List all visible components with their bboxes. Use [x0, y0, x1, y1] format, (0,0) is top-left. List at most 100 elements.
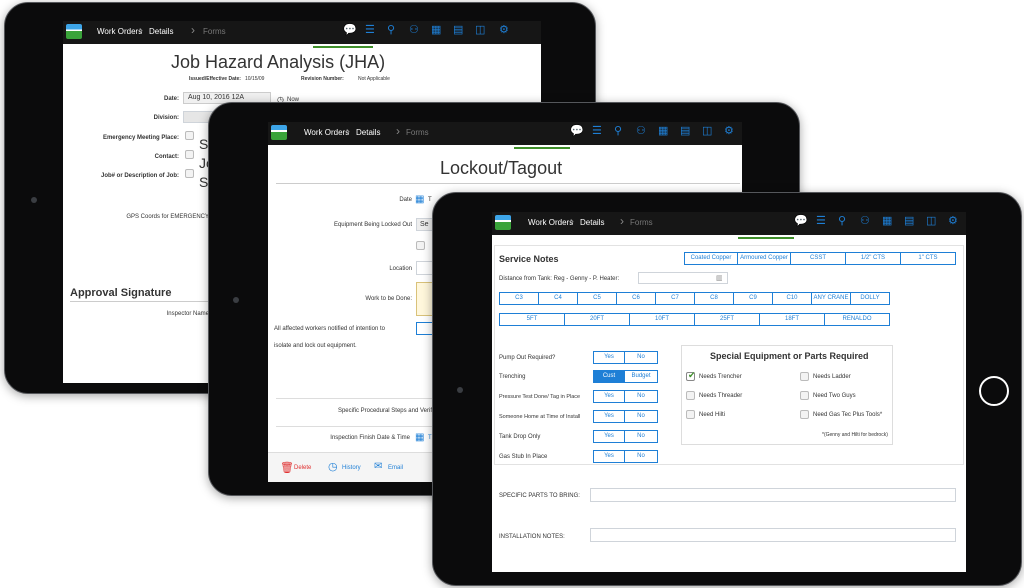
budget-button[interactable]: Budget	[624, 370, 658, 383]
install-field[interactable]	[590, 528, 956, 542]
need-two-guys-checkbox[interactable]	[800, 391, 809, 400]
tablet-service-notes: Work Orders › Details › Forms 💬 ☰ ⚲ ⚇ ▦ …	[432, 192, 1022, 586]
gear-icon[interactable]: ⚙	[724, 126, 734, 137]
cust-button[interactable]: Cust	[593, 370, 625, 383]
people-icon[interactable]: ⚇	[860, 216, 870, 227]
clear-icon[interactable]: ▥	[716, 274, 723, 282]
distance-field[interactable]	[638, 272, 728, 284]
calculator-icon[interactable]: ▤	[680, 126, 690, 137]
size-c4[interactable]: C4	[538, 292, 578, 305]
calendar-icon[interactable]: ▦	[415, 194, 424, 205]
size-c6[interactable]: C6	[616, 292, 656, 305]
map-pin-icon[interactable]: ⚲	[614, 126, 622, 137]
list-icon[interactable]: ☰	[592, 126, 602, 137]
grid-icon[interactable]: ▦	[882, 216, 892, 227]
special-equipment-box: Special Equipment or Parts Required ✔ Ne…	[681, 345, 893, 445]
gear-icon[interactable]: ⚙	[499, 25, 509, 36]
equipment-checkbox[interactable]	[416, 241, 425, 250]
people-icon[interactable]: ⚇	[636, 126, 646, 137]
needs-trencher-checkbox[interactable]: ✔	[686, 370, 696, 381]
yes-button[interactable]: Yes	[593, 410, 625, 423]
yes-button[interactable]: Yes	[593, 351, 625, 364]
job-checkbox[interactable]	[185, 169, 194, 178]
grid-icon[interactable]: ▦	[658, 126, 668, 137]
length-25ft[interactable]: 25FT	[694, 313, 760, 326]
service-title: Service Notes	[499, 254, 559, 264]
length-10ft[interactable]: 10FT	[629, 313, 695, 326]
yes-button[interactable]: Yes	[593, 390, 625, 403]
size-c3[interactable]: C3	[499, 292, 539, 305]
pipe-one-cts[interactable]: 1" CTS	[900, 252, 956, 265]
gear-icon[interactable]: ⚙	[948, 216, 958, 227]
people-icon[interactable]: ⚇	[409, 25, 419, 36]
need-gas-tec-checkbox[interactable]	[800, 410, 809, 419]
size-c7[interactable]: C7	[655, 292, 695, 305]
length-renaldo[interactable]: RENALDO	[824, 313, 890, 326]
length-20ft[interactable]: 20FT	[564, 313, 630, 326]
nav-forms[interactable]: Forms	[406, 128, 429, 137]
nav-forms[interactable]: Forms	[203, 27, 226, 36]
parts-field[interactable]	[590, 488, 956, 502]
presentation-icon[interactable]: ◫	[475, 25, 485, 36]
pipe-coated-copper[interactable]: Coated Copper	[684, 252, 738, 265]
email-icon[interactable]: ✉	[374, 461, 382, 472]
nav-details[interactable]: Details	[580, 218, 604, 227]
home-button[interactable]	[979, 376, 1009, 406]
nav-details[interactable]: Details	[356, 128, 380, 137]
needs-ladder-checkbox[interactable]	[800, 372, 809, 381]
app-logo[interactable]	[271, 125, 287, 140]
email-button[interactable]: Email	[388, 465, 403, 471]
trash-icon[interactable]: 🗑	[280, 461, 294, 474]
size-any-crane[interactable]: ANY CRANE	[811, 292, 851, 305]
size-c9[interactable]: C9	[733, 292, 773, 305]
front-camera	[31, 197, 37, 203]
grid-icon[interactable]: ▦	[431, 25, 441, 36]
app-logo[interactable]	[66, 24, 82, 39]
no-button[interactable]: No	[624, 410, 658, 423]
pipe-armoured-copper[interactable]: Armoured Copper	[737, 252, 791, 265]
app-logo[interactable]	[495, 215, 511, 230]
chat-icon[interactable]: 💬	[794, 216, 808, 227]
presentation-icon[interactable]: ◫	[702, 126, 712, 137]
yes-button[interactable]: Yes	[593, 430, 625, 443]
size-dolly[interactable]: DOLLY	[850, 292, 890, 305]
map-pin-icon[interactable]: ⚲	[838, 216, 846, 227]
delete-button[interactable]: Delete	[294, 465, 311, 471]
nav-work-orders[interactable]: Work Orders	[528, 218, 573, 227]
length-5ft[interactable]: 5FT	[499, 313, 565, 326]
meeting-checkbox[interactable]	[185, 131, 194, 140]
list-icon[interactable]: ☰	[816, 216, 826, 227]
calculator-icon[interactable]: ▤	[904, 216, 914, 227]
chat-icon[interactable]: 💬	[343, 25, 357, 36]
yes-button[interactable]: Yes	[593, 450, 625, 463]
calculator-icon[interactable]: ▤	[453, 25, 463, 36]
nav-work-orders[interactable]: Work Orders	[97, 27, 142, 36]
active-tab-underline	[514, 147, 570, 149]
history-icon[interactable]: ◷	[328, 460, 338, 473]
special-item-label: Needs Trencher	[699, 374, 742, 380]
size-c10[interactable]: C10	[772, 292, 812, 305]
length-18ft[interactable]: 18FT	[759, 313, 825, 326]
nav-details[interactable]: Details	[149, 27, 173, 36]
list-icon[interactable]: ☰	[365, 25, 375, 36]
needs-threader-checkbox[interactable]	[686, 391, 695, 400]
no-button[interactable]: No	[624, 351, 658, 364]
nav-work-orders[interactable]: Work Orders	[304, 128, 349, 137]
presentation-icon[interactable]: ◫	[926, 216, 936, 227]
chevron-right-icon: ›	[191, 23, 195, 37]
nav-forms[interactable]: Forms	[630, 218, 653, 227]
no-button[interactable]: No	[624, 430, 658, 443]
no-button[interactable]: No	[624, 390, 658, 403]
contact-checkbox[interactable]	[185, 150, 194, 159]
need-hilti-checkbox[interactable]	[686, 410, 695, 419]
size-c5[interactable]: C5	[577, 292, 617, 305]
map-pin-icon[interactable]: ⚲	[387, 25, 395, 36]
size-c8[interactable]: C8	[694, 292, 734, 305]
active-tab-underline	[738, 237, 794, 239]
pipe-csst[interactable]: CSST	[790, 252, 846, 265]
calendar-icon[interactable]: ▦	[415, 432, 424, 443]
pipe-half-cts[interactable]: 1/2" CTS	[845, 252, 901, 265]
history-button[interactable]: History	[342, 465, 361, 471]
no-button[interactable]: No	[624, 450, 658, 463]
chat-icon[interactable]: 💬	[570, 126, 584, 137]
